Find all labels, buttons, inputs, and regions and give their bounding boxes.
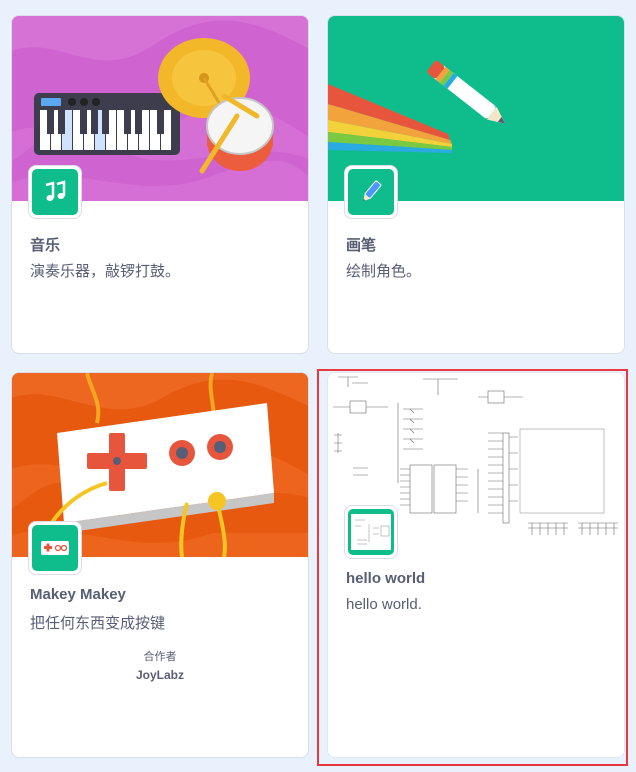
makey-extension-icon xyxy=(28,521,82,575)
pen-extension-icon xyxy=(344,165,398,219)
extension-title: 画笔 xyxy=(346,237,377,254)
makey-board-icon xyxy=(41,541,69,555)
extension-description: 绘制角色。 xyxy=(346,263,422,280)
collaborator-name: JoyLabz xyxy=(135,668,184,682)
collaborator-label: 合作者 xyxy=(143,651,177,663)
extension-description: 把任何东西变成按键 xyxy=(30,615,166,632)
extension-card-music[interactable]: 音乐 演奏乐器，敲锣打鼓。 xyxy=(11,15,309,354)
extension-card-hello-world[interactable]: hello world hello world. xyxy=(327,372,625,758)
schematic-thumbnail-icon xyxy=(351,514,391,550)
extension-description: 演奏乐器，敲锣打鼓。 xyxy=(30,263,181,280)
extension-description: hello world. xyxy=(346,596,422,613)
extension-card-makey-makey[interactable]: Makey Makey 把任何东西变成按键 合作者 JoyLabz xyxy=(11,372,309,758)
extension-title: 音乐 xyxy=(30,237,61,254)
music-notes-icon xyxy=(45,180,66,201)
extension-card-pen[interactable]: 画笔 绘制角色。 xyxy=(327,15,625,354)
pen-icon xyxy=(363,180,382,202)
music-extension-icon xyxy=(28,165,82,219)
extension-title: Makey Makey xyxy=(30,586,126,603)
extension-title: hello world xyxy=(346,570,426,587)
hello-world-extension-icon xyxy=(344,505,398,559)
